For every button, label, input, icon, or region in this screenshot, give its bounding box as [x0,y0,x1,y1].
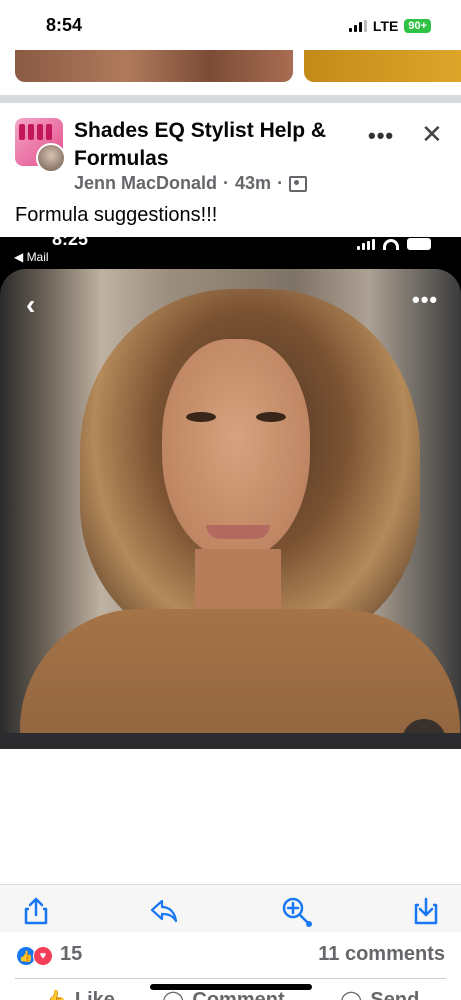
reply-button[interactable] [148,895,180,927]
reply-icon [150,899,178,923]
reaction-count[interactable]: 15 [60,943,82,966]
send-label: Send [370,989,420,1000]
share-button[interactable] [20,895,52,927]
reaction-icons[interactable]: 👍 ♥ [16,946,53,966]
photo-eye [186,412,216,422]
send-button[interactable]: ◯ Send [340,988,419,1000]
embedded-wifi-icon [383,238,399,250]
post-image[interactable]: 8:25 ◀ Mail ‹ ••• ⌹ [0,237,461,749]
author-name[interactable]: Jenn MacDonald [74,173,217,194]
more-horizontal-icon: ••• [412,287,439,312]
photo-mouth [206,525,270,539]
photo-eye [256,412,286,422]
close-button[interactable]: ✕ [421,119,443,150]
love-reaction-icon: ♥ [33,946,53,966]
signal-icon [348,20,367,32]
group-name[interactable]: Shades EQ Stylist Help & Formulas [74,117,364,173]
zoom-in-button[interactable] [280,895,312,927]
meta-separator: · [223,173,230,193]
home-indicator[interactable] [150,984,312,990]
status-bar: 8:54 LTE 90+ [0,0,461,50]
more-horizontal-icon: ••• [368,123,395,148]
post-header: Shades EQ Stylist Help & Formulas Jenn M… [0,115,461,195]
download-button[interactable] [410,895,442,927]
download-icon [414,897,438,925]
zoom-in-icon [282,897,312,927]
battery-icon: 90+ [404,19,431,33]
group-privacy-icon [289,175,308,192]
photo-sweater [20,609,460,733]
post-meta: Jenn MacDonald · 43m · [74,173,308,194]
network-label: LTE [372,18,399,34]
like-label: Like [74,989,115,1000]
reactions-divider [15,978,446,979]
embedded-back-label: ◀ Mail [14,250,49,264]
more-options-button[interactable]: ••• [368,123,394,149]
previous-image-right[interactable] [304,50,461,82]
post-time[interactable]: 43m [235,173,271,194]
author-avatar[interactable] [36,143,66,173]
status-time: 8:54 [46,15,83,35]
image-toolbar [0,884,461,932]
meta-separator: · [277,173,284,193]
chevron-left-icon: ‹ [26,289,36,320]
embedded-bottom-bar [0,733,461,749]
post-text: Formula suggestions!!! [15,204,218,226]
send-icon: ◯ [340,988,362,1000]
embedded-time: 8:25 [52,237,89,249]
embedded-battery-icon [407,238,431,250]
portrait-photo: ‹ ••• ⌹ [0,269,461,733]
status-indicators: LTE 90+ [348,18,431,34]
close-icon: ✕ [421,119,443,149]
thumbs-up-icon: 👍 [42,988,67,1000]
embedded-status-bar: 8:25 ◀ Mail [0,237,461,269]
reaction-summary: 👍 ♥ 15 11 comments [0,940,461,976]
previous-image-left[interactable] [15,50,293,82]
comments-count[interactable]: 11 comments [318,943,445,966]
comment-label: Comment [192,989,285,1000]
like-button[interactable]: 👍 Like [42,988,115,1000]
embedded-signal-icon [357,238,375,250]
previous-post-images [0,50,461,84]
share-icon [24,897,48,925]
feed-divider [0,95,461,103]
